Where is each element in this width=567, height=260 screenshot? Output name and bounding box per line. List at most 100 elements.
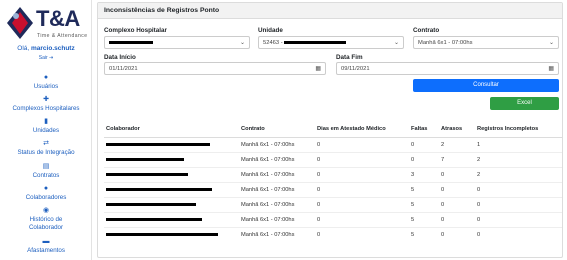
unidade-select[interactable]: 52463 - ⌄ [258,36,404,49]
sidebar-item-label: Afastamentos [27,247,65,254]
sidebar-item-label: Colaboradores [25,194,67,201]
table-header-row: Colaborador Contrato Dias em Atestado Mé… [104,122,562,138]
greeting-text: Olá, [17,45,31,52]
redacted-name [106,217,202,221]
faltas-cell: 3 [409,166,439,182]
faltas-cell: 0 [409,136,439,152]
atrasos-cell: 2 [439,136,475,152]
contrato-select[interactable]: Manhã 6x1 - 07:00hs ⌄ [413,36,559,49]
complexo-select[interactable]: ⌄ [104,36,250,49]
col-contrato: Contrato [239,122,315,138]
sidebar-item-historico[interactable]: ◉ Histórico de Colaborador [0,207,92,232]
col-incompletos: Registros Incompletos [475,122,562,138]
contrato-label: Contrato [413,27,440,34]
faltas-cell: 5 [409,196,439,212]
data-inicio-label: Data Início [104,54,136,61]
data-fim-label: Data Fim [336,54,363,61]
car-icon: ▬ [42,238,50,245]
faltas-cell: 5 [409,211,439,227]
calendar-icon[interactable]: ▦ [315,65,321,72]
chevron-down-icon: ⌄ [239,40,245,46]
incompletos-cell: 0 [475,196,562,212]
sidebar-item-usuarios[interactable]: ● Usuários [0,74,92,90]
sync-icon: ⇄ [43,140,49,147]
redacted-value [284,40,347,44]
complexo-label: Complexo Hospitalar [104,27,167,34]
sidebar-item-unidades[interactable]: ▮ Unidades [0,118,92,134]
atrasos-cell: 0 [439,166,475,182]
table-row[interactable]: Manhã 6x1 - 07:00hs 0 0 7 2 [104,151,562,167]
colaborador-cell [104,136,239,152]
redacted-value [109,40,153,44]
col-atestado: Dias em Atestado Médico [315,122,409,138]
user-greeting: Olá, marcio.schutz [0,45,92,52]
sidebar-item-afastamentos[interactable]: ▬ Afastamentos [0,238,92,254]
sidebar-item-label: Unidades [32,127,60,134]
sidebar-item-status[interactable]: ⇄ Status de Integração [0,140,92,156]
redacted-name [106,142,210,146]
atrasos-cell: 0 [439,226,475,242]
username: marcio.schutz [31,45,75,52]
col-atrasos: Atrasos [439,122,475,138]
chevron-down-icon: ⌄ [548,40,554,46]
colaborador-cell [104,211,239,227]
col-faltas: Faltas [409,122,439,138]
people-icon: ● [43,185,49,192]
contrato-cell: Manhã 6x1 - 07:00hs [239,151,315,167]
incompletos-cell: 0 [475,211,562,227]
sidebar-item-colaboradores[interactable]: ● Colaboradores [0,185,92,201]
history-icon: ◉ [42,207,50,214]
table-row[interactable]: Manhã 6x1 - 07:00hs 0 0 2 1 [104,136,562,152]
incompletos-cell: 2 [475,166,562,182]
atestado-cell: 0 [315,151,409,167]
contrato-cell: Manhã 6x1 - 07:00hs [239,196,315,212]
contrato-cell: Manhã 6x1 - 07:00hs [239,181,315,197]
col-colaborador: Colaborador [104,122,239,138]
report-card: Inconsistências de Registros Ponto Compl… [97,2,563,258]
colaborador-cell [104,226,239,242]
sidebar-item-label: Complexos Hospitalares [12,105,80,112]
table-row[interactable]: Manhã 6x1 - 07:00hs 0 5 0 0 [104,196,562,212]
building-icon: ▮ [44,118,48,125]
faltas-cell: 5 [409,181,439,197]
data-inicio-value: 01/11/2021 [109,66,138,72]
logout-link[interactable]: Sair ⇥ [0,55,92,61]
excel-button[interactable]: Excel [490,97,559,110]
table-row[interactable]: Manhã 6x1 - 07:00hs 0 5 0 0 [104,226,562,242]
users-icon: ● [43,74,49,81]
table-row[interactable]: Manhã 6x1 - 07:00hs 0 5 0 0 [104,211,562,227]
incompletos-cell: 1 [475,136,562,152]
sidebar-item-label: Usuários [33,83,59,90]
incompletos-cell: 0 [475,181,562,197]
page-title: Inconsistências de Registros Ponto [98,3,562,19]
redacted-name [106,202,196,206]
atrasos-cell: 0 [439,196,475,212]
sidebar-item-complexos[interactable]: ✚ Complexos Hospitalares [0,96,92,112]
unidade-label: Unidade [258,27,283,34]
calendar-icon[interactable]: ▦ [548,65,554,72]
brand-name: T&A [36,6,80,31]
data-inicio-input[interactable]: 01/11/2021 ▦ [104,62,326,75]
results-table: Colaborador Contrato Dias em Atestado Mé… [104,122,562,242]
atrasos-cell: 7 [439,151,475,167]
sidebar-item-label: Histórico de Colaborador [28,216,64,231]
data-fim-value: 09/11/2021 [341,66,370,72]
atestado-cell: 0 [315,211,409,227]
colaborador-cell [104,151,239,167]
chevron-down-icon: ⌄ [393,40,399,46]
colaborador-cell [104,196,239,212]
data-fim-input[interactable]: 09/11/2021 ▦ [336,62,559,75]
consultar-button[interactable]: Consultar [413,79,559,92]
unidade-value: 52463 - [263,40,283,46]
contrato-value: Manhã 6x1 - 07:00hs [418,40,473,46]
table-row[interactable]: Manhã 6x1 - 07:00hs 0 5 0 0 [104,181,562,197]
redacted-name [106,187,212,191]
incompletos-cell: 0 [475,226,562,242]
atestado-cell: 0 [315,226,409,242]
atestado-cell: 0 [315,136,409,152]
sidebar-item-contratos[interactable]: ▤ Contratos [0,163,92,179]
brand-subtitle: Time & Attendance [37,33,88,39]
table-row[interactable]: Manhã 6x1 - 07:00hs 0 3 0 2 [104,166,562,182]
redacted-name [106,157,184,161]
main-content: Inconsistências de Registros Ponto Compl… [97,2,565,260]
